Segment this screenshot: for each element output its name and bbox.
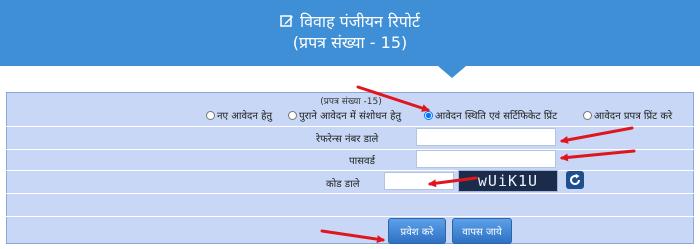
radio-print-form-input[interactable] bbox=[583, 110, 592, 120]
code-label: कोड डाले bbox=[326, 179, 360, 190]
radio-group: नए आवेदन हेतु पुराने आवेदन में संशोधन हे… bbox=[0, 108, 700, 124]
form-legend: (प्रपत्र संख्या -15) bbox=[320, 97, 382, 107]
page-header: विवाह पंजीयन रिपोर्ट (प्रपत्र संख्या - 1… bbox=[0, 0, 700, 66]
radio-new-application[interactable]: नए आवेदन हेतु bbox=[206, 108, 272, 122]
page-title: विवाह पंजीयन रिपोर्ट bbox=[300, 12, 420, 31]
radio-status-certificate-input[interactable] bbox=[424, 110, 433, 120]
header-pointer bbox=[438, 66, 466, 78]
radio-print-form-label: आवेदन प्रपत्र प्रिंट करे bbox=[594, 111, 673, 122]
radio-new-application-input[interactable] bbox=[206, 110, 215, 120]
password-label: पासवर्ड bbox=[349, 156, 375, 167]
submit-button[interactable]: प्रवेश करे bbox=[388, 218, 446, 244]
reference-number-label: रेफरेन्स नंबर डाले bbox=[316, 134, 379, 145]
radio-print-form[interactable]: आवेदन प्रपत्र प्रिंट करे bbox=[583, 108, 672, 122]
divider bbox=[6, 216, 694, 217]
divider bbox=[6, 170, 694, 171]
radio-amend-application[interactable]: पुराने आवेदन में संशोधन हेतु bbox=[288, 108, 401, 122]
divider bbox=[6, 126, 694, 127]
edit-icon bbox=[280, 15, 293, 27]
radio-status-certificate[interactable]: आवेदन स्थिति एवं सर्टिफिकेट प्रिंट bbox=[424, 108, 557, 122]
divider bbox=[6, 193, 694, 194]
radio-status-certificate-label: आवेदन स्थिति एवं सर्टिफिकेट प्रिंट bbox=[435, 111, 558, 122]
password-input[interactable] bbox=[416, 150, 556, 168]
divider bbox=[6, 149, 694, 150]
captcha-image: wUiK1U bbox=[458, 170, 558, 192]
page-subtitle: (प्रपत्र संख्या - 15) bbox=[292, 33, 408, 52]
back-button[interactable]: वापस जाये bbox=[452, 218, 512, 244]
page: विवाह पंजीयन रिपोर्ट (प्रपत्र संख्या - 1… bbox=[0, 0, 700, 249]
captcha-input[interactable] bbox=[384, 172, 454, 190]
refresh-captcha-icon[interactable] bbox=[566, 171, 584, 189]
reference-number-input[interactable] bbox=[416, 128, 556, 146]
header-title-row: विवाह पंजीयन रिपोर्ट bbox=[0, 10, 700, 32]
radio-amend-application-input[interactable] bbox=[288, 110, 297, 120]
radio-amend-application-label: पुराने आवेदन में संशोधन हेतु bbox=[299, 111, 402, 122]
radio-new-application-label: नए आवेदन हेतु bbox=[217, 111, 273, 122]
